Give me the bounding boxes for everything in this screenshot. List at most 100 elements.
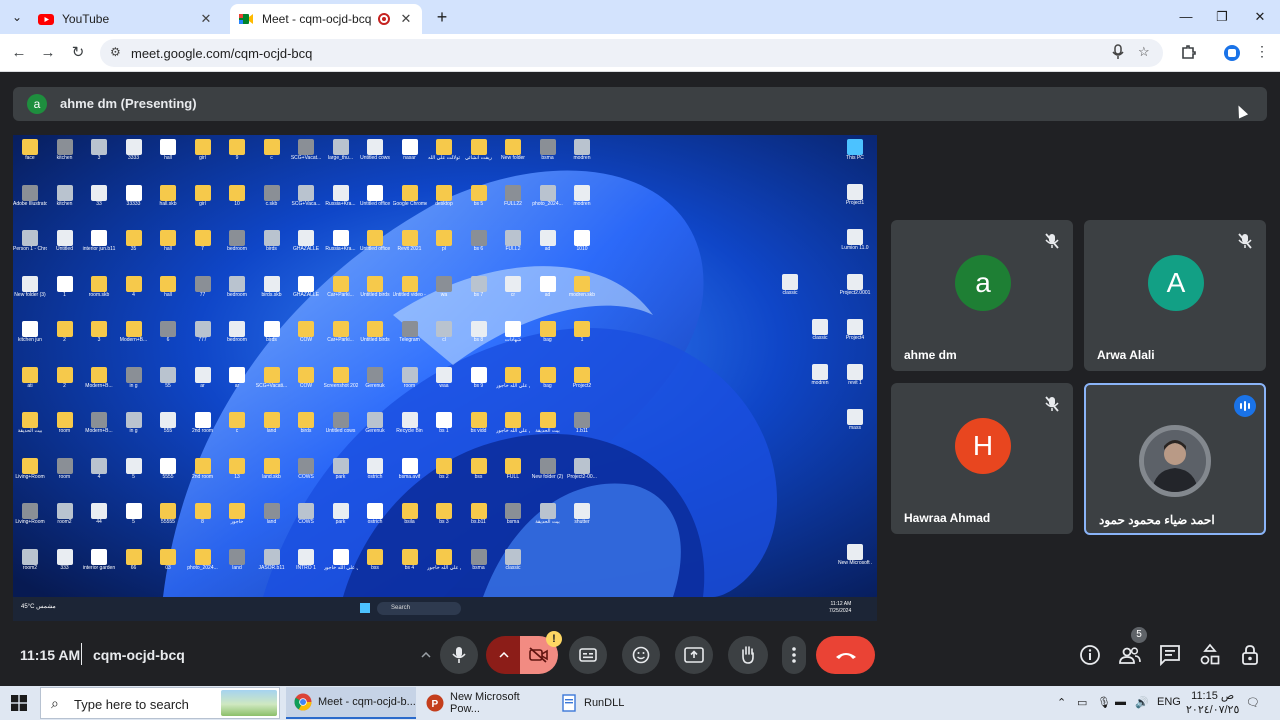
desktop-icon: 777 bbox=[186, 319, 220, 359]
desktop-icon-label: bag bbox=[543, 382, 552, 389]
file-icon bbox=[160, 230, 176, 246]
desktop-icon: bsma bbox=[496, 501, 530, 541]
taskbar-app-powerpoint[interactable]: P New Microsoft Pow... bbox=[418, 687, 548, 719]
desktop-icon: 1 bbox=[48, 274, 82, 314]
restore-button[interactable]: ❐ bbox=[1204, 6, 1240, 28]
participant-tile-speaking[interactable]: احمد ضياء محمود حمود bbox=[1084, 383, 1266, 535]
file-icon bbox=[470, 548, 487, 565]
taskbar-app-chrome-meet[interactable]: Meet - cqm-ocjd-b... bbox=[286, 687, 416, 719]
windows-start-icon[interactable] bbox=[11, 695, 27, 711]
desktop-icon: room bbox=[48, 456, 82, 496]
desktop-icon-label: Car+Parki... bbox=[327, 291, 354, 298]
tab-youtube[interactable]: YouTube ✕ bbox=[30, 4, 222, 34]
close-window-button[interactable]: ✕ bbox=[1242, 6, 1278, 28]
activities-icon[interactable] bbox=[1198, 643, 1222, 667]
desktop-icon-label: birds bbox=[300, 428, 312, 434]
file-icon bbox=[298, 548, 314, 565]
taskbar-app-rundll[interactable]: RunDLL bbox=[552, 687, 678, 719]
mic-icon[interactable] bbox=[1112, 44, 1124, 60]
desktop-icon: bedroom bbox=[220, 228, 254, 268]
language-indicator[interactable]: ENG bbox=[1157, 696, 1181, 708]
desktop-icon: Project4 bbox=[838, 317, 872, 357]
participant-tile[interactable]: a ahme dm bbox=[891, 220, 1073, 371]
volume-icon[interactable]: 🔊 bbox=[1135, 696, 1149, 709]
reload-icon[interactable]: ↻ bbox=[67, 42, 89, 64]
desktop-icon-label: park bbox=[335, 519, 346, 525]
desktop-icon-label: interior garden bbox=[82, 564, 116, 571]
file-icon bbox=[56, 366, 73, 383]
desktop-icon-label: birds.skb bbox=[261, 291, 282, 298]
forward-arrow-icon[interactable]: → bbox=[37, 42, 59, 64]
url-field[interactable]: ⚙ meet.google.com/cqm-ocjd-bcq ☆ bbox=[100, 39, 1163, 67]
microphone-button[interactable] bbox=[440, 636, 478, 674]
chevron-up-icon[interactable]: ⌃ bbox=[1057, 696, 1066, 709]
extensions-icon[interactable] bbox=[1178, 43, 1198, 63]
file-icon bbox=[574, 184, 590, 201]
leave-call-button[interactable] bbox=[816, 636, 875, 674]
present-screen-button[interactable] bbox=[675, 636, 713, 674]
host-controls-icon[interactable] bbox=[1238, 643, 1262, 667]
desktop-icon: bs 2 bbox=[427, 456, 461, 496]
audio-options-chevron-button[interactable] bbox=[410, 636, 441, 674]
file-icon bbox=[229, 457, 245, 474]
meeting-info-icon[interactable] bbox=[1078, 643, 1102, 667]
people-icon[interactable] bbox=[1118, 643, 1142, 667]
desktop-icon: ar bbox=[220, 365, 254, 405]
emoji-reaction-button[interactable] bbox=[622, 636, 660, 674]
bookmark-star-icon[interactable]: ☆ bbox=[1138, 44, 1150, 60]
desktop-icon-label: photo_2024... bbox=[187, 564, 218, 571]
tab-close-icon[interactable]: ✕ bbox=[198, 11, 214, 27]
captions-button[interactable] bbox=[569, 636, 607, 674]
desktop-icon: COWS bbox=[289, 501, 323, 541]
file-icon bbox=[470, 184, 487, 201]
microphone-tray-icon[interactable]: 🎙 bbox=[1097, 696, 1111, 709]
file-icon bbox=[125, 275, 142, 292]
more-options-button[interactable] bbox=[782, 636, 806, 674]
tab-close-icon[interactable]: ✕ bbox=[398, 11, 414, 27]
taskbar-search-input[interactable]: ⌕ Type here to search bbox=[40, 687, 280, 719]
back-arrow-icon[interactable]: ← bbox=[8, 42, 30, 64]
desktop-icon-label: بيت الحديقة bbox=[17, 428, 43, 434]
desktop-icon-label: Revit 2021 bbox=[397, 246, 422, 252]
desktop-icon-label: bsma bbox=[541, 155, 554, 161]
raise-hand-button[interactable] bbox=[728, 636, 768, 674]
desktop-icon-label: c.skb bbox=[265, 200, 278, 207]
participant-tile[interactable]: H Hawraa Ahmad bbox=[891, 383, 1073, 534]
file-icon bbox=[298, 366, 314, 383]
browser-menu-icon[interactable]: ⋮ bbox=[1252, 43, 1272, 63]
tab-meet[interactable]: Meet - cqm-ocjd-bcq ✕ bbox=[230, 4, 422, 34]
desktop-icon-label: 1 bbox=[580, 337, 584, 343]
chat-icon[interactable] bbox=[1158, 643, 1182, 667]
battery-icon[interactable]: ▬ bbox=[1115, 696, 1126, 708]
minimize-button[interactable]: — bbox=[1168, 6, 1204, 28]
meet-tray-icon[interactable]: ▭ bbox=[1077, 696, 1087, 709]
more-vert-icon bbox=[792, 647, 796, 663]
file-icon bbox=[194, 321, 211, 337]
desktop-icon: 1.b11 bbox=[565, 410, 599, 450]
notification-icon[interactable]: 🗨 bbox=[1246, 696, 1260, 709]
meet-window: a ahme dm (Presenting) face kitchen 3 33… bbox=[0, 72, 1280, 686]
desktop-icon: bs 8 bbox=[462, 319, 496, 359]
profile-icon[interactable] bbox=[1222, 43, 1242, 63]
desktop-icon: bag bbox=[531, 365, 565, 405]
meeting-time: 11:15 AM bbox=[20, 647, 81, 663]
desktop-icon: modren bbox=[565, 137, 599, 177]
taskbar-app-label: New Microsoft Pow... bbox=[450, 691, 520, 715]
desktop-icon-label: Person 1 - Chrome bbox=[13, 246, 47, 252]
people-count-badge: 5 bbox=[1131, 627, 1147, 643]
desktop-icon-label: FULL22 bbox=[504, 200, 522, 207]
desktop-icon-label: 55555 bbox=[161, 519, 175, 525]
site-info-icon[interactable]: ⚙ bbox=[110, 45, 121, 59]
desktop-icon: 5 bbox=[117, 501, 151, 541]
participant-tile[interactable]: A Arwa Alali bbox=[1084, 220, 1266, 371]
shared-clock-date: 7/25/2024 bbox=[829, 608, 852, 614]
desktop-icon: 2nd room bbox=[186, 410, 220, 450]
tab-search-chevron-icon[interactable]: ⌄ bbox=[6, 7, 28, 27]
warning-badge: ! bbox=[546, 631, 562, 647]
video-options-chevron-button[interactable] bbox=[486, 636, 522, 674]
desktop-icon: Car+Parki... bbox=[324, 319, 358, 359]
new-tab-button[interactable]: + bbox=[432, 7, 452, 27]
desktop-icon-label: kitchen jun bbox=[18, 337, 42, 343]
taskbar-clock[interactable]: 11:15 ص ٢٠٢٤/٠٧/٢٥ bbox=[1186, 689, 1239, 717]
file-icon bbox=[160, 503, 176, 519]
